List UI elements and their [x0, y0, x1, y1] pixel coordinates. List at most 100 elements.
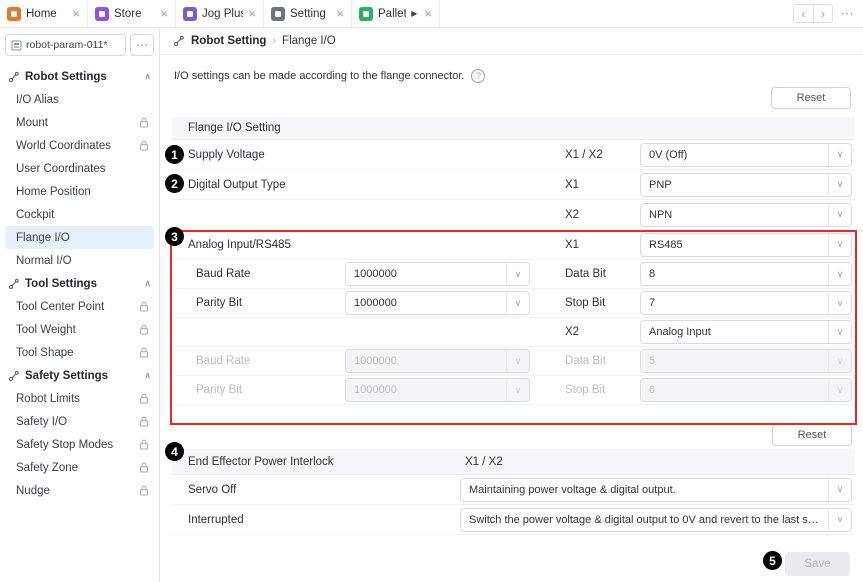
x1-data-bit-select[interactable]: 8 ∨ [640, 262, 852, 286]
supply-voltage-select[interactable]: 0V (Off) ∨ [640, 143, 852, 167]
sidebar-item-label: Nudge [16, 485, 50, 497]
sidebar-section-safety-settings[interactable]: Safety Settings ∧ [5, 364, 154, 387]
interrupted-select[interactable]: Switch the power voltage & digital outpu… [460, 508, 852, 532]
chevron-down-icon: ∨ [828, 292, 851, 314]
analog-reset-row: Reset [172, 405, 855, 449]
table-section-header: Flange I/O Setting [172, 117, 855, 140]
section-title: Flange I/O Setting [188, 122, 281, 134]
x2-stop-bit-select: 6 ∨ [640, 378, 852, 402]
select-value: 1000000 [346, 384, 506, 396]
sidebar-item-label: Safety I/O [16, 416, 67, 428]
tab-forward-button[interactable]: › [813, 4, 833, 23]
sidebar-item-label: Tool Weight [16, 324, 76, 336]
row-label: Digital Output Type [188, 179, 530, 191]
chevron-down-icon: ∨ [828, 144, 851, 166]
close-icon[interactable]: × [336, 7, 344, 20]
close-icon[interactable]: × [72, 7, 80, 20]
play-icon: ▶ [411, 9, 417, 18]
setting-tab-icon [271, 7, 285, 21]
chevron-down-icon: ∨ [828, 263, 851, 285]
sidebar-item-world-coordinates[interactable]: World Coordinates [5, 134, 154, 157]
param-more-button[interactable]: ⋯ [130, 34, 154, 56]
tab-store[interactable]: Store × [88, 0, 176, 27]
analog-reset-button[interactable]: Reset [772, 424, 852, 446]
sidebar-item-label: Safety Stop Modes [16, 439, 113, 451]
digital-output-x2-select[interactable]: NPN ∨ [640, 203, 852, 227]
select-value: 6 [641, 384, 828, 396]
lock-icon [139, 347, 149, 358]
sidebar-item-safety-stop-modes[interactable]: Safety Stop Modes [5, 433, 154, 456]
close-icon[interactable]: × [424, 7, 432, 20]
digital-output-x1-select[interactable]: PNP ∨ [640, 173, 852, 197]
lock-icon [139, 416, 149, 427]
stop-bit-label: Stop Bit [565, 297, 640, 309]
x2-parity-bit-select: 1000000 ∨ [345, 378, 530, 402]
lock-icon [139, 485, 149, 496]
supply-voltage-row: Supply Voltage X1 / X2 0V (Off) ∨ [172, 140, 855, 170]
flange-io-table: Flange I/O Setting Supply Voltage X1 / X… [172, 117, 855, 535]
tab-palletizer[interactable]: Palletizer ▶ × [352, 0, 440, 27]
tabbar-more-button[interactable]: ⋯ [837, 4, 857, 23]
row-label: Supply Voltage [188, 149, 530, 161]
store-tab-icon [95, 7, 109, 21]
sidebar-item-label: Tool Shape [16, 347, 74, 359]
sidebar-item-flange-io[interactable]: Flange I/O [5, 226, 154, 249]
save-button[interactable]: Save [785, 552, 850, 576]
sidebar-item-label: Home Position [16, 186, 91, 198]
sidebar-section-tool-settings[interactable]: Tool Settings ∧ [5, 272, 154, 295]
sidebar-item-io-alias[interactable]: I/O Alias [5, 88, 154, 111]
sidebar-section-robot-settings[interactable]: Robot Settings ∧ [5, 65, 154, 88]
x1-stop-bit-select[interactable]: 7 ∨ [640, 291, 852, 315]
close-icon[interactable]: × [248, 7, 256, 20]
x1-parity-bit-select[interactable]: 1000000 ∨ [345, 291, 530, 315]
tab-setting[interactable]: Setting × [264, 0, 352, 27]
select-value: Maintaining power voltage & digital outp… [461, 484, 828, 496]
lock-icon [139, 324, 149, 335]
interrupted-row: Interrupted Switch the power voltage & d… [172, 505, 855, 535]
sidebar-item-safety-io[interactable]: Safety I/O [5, 410, 154, 433]
reset-button[interactable]: Reset [771, 87, 851, 109]
analog-x1-row: Analog Input/RS485 X1 RS485 ∨ [172, 230, 855, 260]
sidebar-item-mount[interactable]: Mount [5, 111, 154, 134]
tab-back-button[interactable]: ‹ [793, 4, 813, 23]
breadcrumb-parent[interactable]: Robot Setting [191, 35, 266, 47]
sidebar-item-cockpit[interactable]: Cockpit [5, 203, 154, 226]
close-icon[interactable]: × [160, 7, 168, 20]
port-label: X1 [565, 179, 640, 191]
analog-x2-mode-select[interactable]: Analog Input ∨ [640, 320, 852, 344]
sidebar-item-tool-center-point[interactable]: Tool Center Point [5, 295, 154, 318]
sidebar-item-user-coordinates[interactable]: User Coordinates [5, 157, 154, 180]
sidebar-item-label: I/O Alias [16, 94, 59, 106]
sidebar-item-tool-weight[interactable]: Tool Weight [5, 318, 154, 341]
servo-off-select[interactable]: Maintaining power voltage & digital outp… [460, 478, 852, 502]
x1-parity-stop-row: Parity Bit 1000000 ∨ Stop Bit 7 ∨ [172, 289, 855, 318]
digital-output-x1-row: Digital Output Type X1 PNP ∨ [172, 170, 855, 200]
chevron-down-icon: ∨ [828, 509, 851, 531]
sidebar-item-robot-limits[interactable]: Robot Limits [5, 387, 154, 410]
breadcrumb-current: Flange I/O [282, 35, 336, 47]
sidebar-item-home-position[interactable]: Home Position [5, 180, 154, 203]
robot-param-selector[interactable]: robot-param-011* [5, 34, 126, 56]
sidebar-item-label: Safety Zone [16, 462, 78, 474]
sidebar-item-nudge[interactable]: Nudge [5, 479, 154, 502]
tab-home[interactable]: Home × [0, 0, 88, 27]
lock-icon [139, 439, 149, 450]
chevron-down-icon: ∨ [506, 263, 529, 285]
annotation-badge-5: 5 [763, 551, 782, 570]
section-title: Safety Settings [25, 370, 108, 382]
baud-rate-label: Baud Rate [188, 268, 345, 280]
sidebar-item-safety-zone[interactable]: Safety Zone [5, 456, 154, 479]
help-icon[interactable]: ? [471, 69, 485, 83]
chevron-down-icon: ∨ [828, 174, 851, 196]
robot-icon [8, 71, 20, 83]
sidebar-item-label: World Coordinates [16, 140, 111, 152]
sidebar-item-tool-shape[interactable]: Tool Shape [5, 341, 154, 364]
x2-data-bit-select: 5 ∨ [640, 349, 852, 373]
analog-x2-row: X2 Analog Input ∨ [172, 318, 855, 347]
analog-x1-mode-select[interactable]: RS485 ∨ [640, 233, 852, 257]
x1-baud-data-row: Baud Rate 1000000 ∨ Data Bit 8 ∨ [172, 260, 855, 289]
chevron-up-icon: ∧ [144, 71, 151, 82]
sidebar-item-normal-io[interactable]: Normal I/O [5, 249, 154, 272]
tab-jog-plus[interactable]: Jog Plus × [176, 0, 264, 27]
x1-baud-rate-select[interactable]: 1000000 ∨ [345, 262, 530, 286]
